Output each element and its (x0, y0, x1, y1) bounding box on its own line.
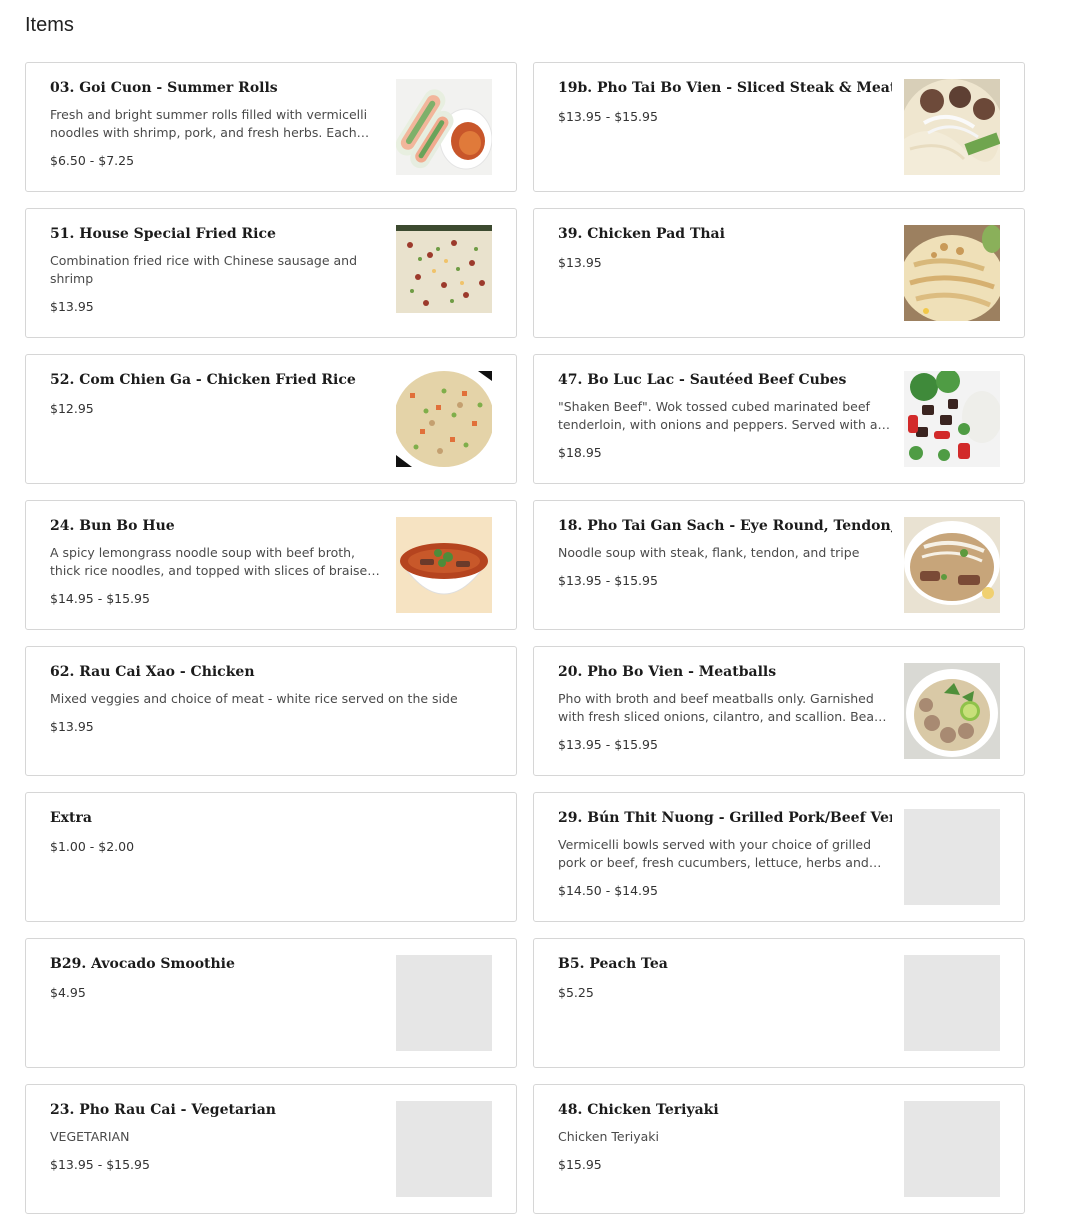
item-name: 52. Com Chien Ga - Chicken Fried Rice (50, 372, 356, 388)
menu-item-card[interactable]: 51. House Special Fried Rice Combination… (25, 208, 517, 338)
item-price: $13.95 (50, 719, 94, 734)
item-name: B29. Avocado Smoothie (50, 956, 235, 972)
item-description: Pho with broth and beef meatballs only. … (558, 691, 882, 724)
item-price: $15.95 (558, 1157, 602, 1172)
item-price: $13.95 (558, 255, 602, 270)
item-description: Vermicelli bowls served with your choice… (558, 837, 872, 870)
pho-tendon-tripe-photo (904, 517, 1000, 613)
item-price: $14.95 - $15.95 (50, 591, 150, 606)
pho-meatballs-photo (904, 663, 1000, 759)
image-placeholder (396, 1101, 492, 1197)
item-description: Combination fried rice with Chinese saus… (50, 253, 358, 286)
item-description: VEGETARIAN (50, 1129, 130, 1144)
shaken-beef-photo (904, 371, 1000, 467)
item-price: $18.95 (558, 445, 602, 460)
items-grid: 03. Goi Cuon - Summer Rolls Fresh and br… (25, 62, 1025, 1214)
item-name: 48. Chicken Teriyaki (558, 1102, 719, 1118)
item-name: 29. Bún Thit Nuong - Grilled Pork/Beef V… (558, 810, 892, 826)
image-placeholder (904, 809, 1000, 905)
item-price: $1.00 - $2.00 (50, 839, 135, 854)
menu-item-card[interactable]: 18. Pho Tai Gan Sach - Eye Round, Tendon… (533, 500, 1025, 630)
item-name: Extra (50, 810, 92, 826)
menu-item-card[interactable]: B5. Peach Tea $5.25 (533, 938, 1025, 1068)
image-placeholder (396, 955, 492, 1051)
menu-item-card[interactable]: 47. Bo Luc Lac - Sautéed Beef Cubes "Sha… (533, 354, 1025, 484)
bun-bo-hue-photo (396, 517, 492, 613)
menu-item-card[interactable]: 39. Chicken Pad Thai $13.95 (533, 208, 1025, 338)
item-description: Fresh and bright summer rolls filled wit… (50, 107, 368, 140)
item-name: 39. Chicken Pad Thai (558, 226, 725, 242)
menu-item-card[interactable]: Extra $1.00 - $2.00 (25, 792, 517, 922)
item-price: $4.95 (50, 985, 86, 1000)
fried-rice-photo (396, 225, 492, 321)
item-price: $13.95 - $15.95 (558, 573, 658, 588)
menu-item-card[interactable]: 29. Bún Thit Nuong - Grilled Pork/Beef V… (533, 792, 1025, 922)
item-price: $12.95 (50, 401, 94, 416)
menu-item-card[interactable]: B29. Avocado Smoothie $4.95 (25, 938, 517, 1068)
item-name: 03. Goi Cuon - Summer Rolls (50, 80, 278, 96)
item-price: $13.95 - $15.95 (50, 1157, 150, 1172)
page-title: Items (25, 14, 74, 36)
item-name: 51. House Special Fried Rice (50, 226, 276, 242)
item-description: Noodle soup with steak, flank, tendon, a… (558, 545, 860, 560)
item-name: 20. Pho Bo Vien - Meatballs (558, 664, 777, 680)
item-name: 18. Pho Tai Gan Sach - Eye Round, Tendon… (558, 518, 892, 534)
item-price: $13.95 (50, 299, 94, 314)
item-name: 24. Bun Bo Hue (50, 518, 175, 534)
item-description: Chicken Teriyaki (558, 1129, 659, 1144)
item-description: A spicy lemongrass noodle soup with beef… (50, 545, 376, 578)
item-description: "Shaken Beef". Wok tossed cubed marinate… (558, 399, 878, 432)
menu-item-card[interactable]: 19b. Pho Tai Bo Vien - Sliced Steak & Me… (533, 62, 1025, 192)
item-name: 23. Pho Rau Cai - Vegetarian (50, 1102, 276, 1118)
item-price: $5.25 (558, 985, 594, 1000)
item-price: $14.50 - $14.95 (558, 883, 658, 898)
menu-item-card[interactable]: 20. Pho Bo Vien - Meatballs Pho with bro… (533, 646, 1025, 776)
menu-item-card[interactable]: 62. Rau Cai Xao - Chicken Mixed veggies … (25, 646, 517, 776)
item-price: $13.95 - $15.95 (558, 109, 658, 124)
summer-rolls-photo (396, 79, 492, 175)
item-price: $6.50 - $7.25 (50, 153, 135, 168)
item-description: Mixed veggies and choice of meat - white… (50, 691, 458, 706)
pad-thai-photo (904, 225, 1000, 321)
item-name: 47. Bo Luc Lac - Sautéed Beef Cubes (558, 372, 847, 388)
menu-item-card[interactable]: 23. Pho Rau Cai - Vegetarian VEGETARIAN … (25, 1084, 517, 1214)
pho-steak-meatballs-photo (904, 79, 1000, 175)
item-name: 62. Rau Cai Xao - Chicken (50, 664, 255, 680)
chicken-fried-rice-photo (396, 371, 492, 467)
menu-item-card[interactable]: 24. Bun Bo Hue A spicy lemongrass noodle… (25, 500, 517, 630)
image-placeholder (904, 1101, 1000, 1197)
menu-item-card[interactable]: 52. Com Chien Ga - Chicken Fried Rice $1… (25, 354, 517, 484)
item-price: $13.95 - $15.95 (558, 737, 658, 752)
menu-item-card[interactable]: 48. Chicken Teriyaki Chicken Teriyaki $1… (533, 1084, 1025, 1214)
item-name: 19b. Pho Tai Bo Vien - Sliced Steak & Me… (558, 80, 892, 96)
image-placeholder (904, 955, 1000, 1051)
menu-item-card[interactable]: 03. Goi Cuon - Summer Rolls Fresh and br… (25, 62, 517, 192)
item-name: B5. Peach Tea (558, 956, 668, 972)
